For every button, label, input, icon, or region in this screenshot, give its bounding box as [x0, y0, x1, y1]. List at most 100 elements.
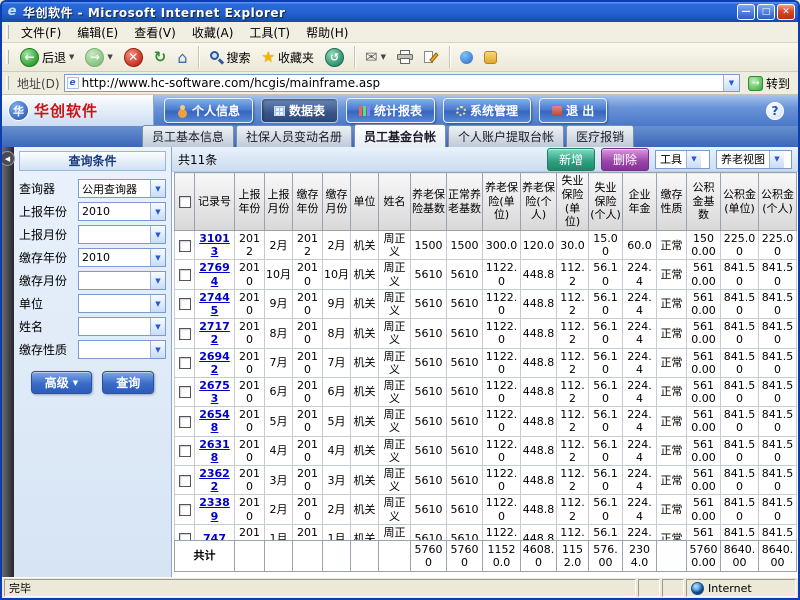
tab-3[interactable]: 员工基金台帐: [354, 124, 446, 147]
nav-button-2[interactable]: 数据表: [261, 98, 338, 123]
add-button[interactable]: 新增: [547, 148, 595, 171]
query-field-row: 姓名 ▼: [19, 317, 166, 336]
view-select[interactable]: 养老视图 ▼: [716, 150, 792, 169]
advanced-button[interactable]: 高级 ▼: [31, 371, 92, 394]
query-field-row: 查询器公用查询器▼: [19, 179, 166, 198]
collapse-sidebar-button[interactable]: ◀: [2, 151, 15, 166]
favorites-button[interactable]: ★ 收藏夹: [258, 48, 318, 67]
record-link[interactable]: 26548: [199, 408, 230, 434]
query-field-select[interactable]: ▼: [78, 225, 166, 244]
menu-item[interactable]: 工具(T): [241, 22, 298, 43]
table-cell: 841.50: [759, 348, 797, 377]
refresh-icon: ↻: [154, 50, 167, 65]
table-cell: 448.8: [521, 495, 557, 524]
query-field-select[interactable]: 2010▼: [78, 248, 166, 267]
maximize-button[interactable]: □: [757, 4, 775, 20]
record-link[interactable]: 26942: [199, 350, 230, 376]
back-dropdown-icon[interactable]: ▼: [69, 53, 74, 61]
tab-5[interactable]: 医疗报销: [566, 125, 634, 147]
table-cell: 224.4: [623, 436, 657, 465]
record-link[interactable]: 27172: [199, 320, 230, 346]
table-cell: 周正义: [379, 377, 411, 406]
forward-icon: →: [85, 48, 104, 67]
print-button[interactable]: [393, 49, 417, 65]
table-cell: 5610: [411, 407, 447, 436]
select-all-checkbox[interactable]: [179, 196, 191, 208]
record-link[interactable]: 23389: [199, 496, 230, 522]
go-button[interactable]: → 转到: [744, 74, 794, 93]
discuss-button[interactable]: [480, 50, 501, 65]
row-checkbox[interactable]: [179, 357, 191, 369]
edit-button[interactable]: [420, 49, 443, 65]
query-field-select[interactable]: ▼: [78, 294, 166, 313]
menu-item[interactable]: 编辑(E): [69, 22, 126, 43]
record-link[interactable]: 26753: [199, 379, 230, 405]
stop-button[interactable]: ✕: [120, 47, 147, 68]
query-button[interactable]: 查询: [102, 371, 154, 394]
tools-select[interactable]: 工具 ▼: [655, 150, 710, 169]
back-button[interactable]: ← 后退 ▼: [16, 47, 78, 68]
record-link[interactable]: 31013: [199, 232, 230, 258]
table-cell: 8月: [265, 319, 293, 348]
row-checkbox[interactable]: [179, 475, 191, 487]
brand-logo-icon: 华: [8, 100, 29, 121]
record-link[interactable]: 23622: [199, 467, 230, 493]
nav-button-4[interactable]: 系统管理: [443, 98, 531, 123]
total-cell: 576.00: [589, 540, 623, 571]
column-header: 记录号: [195, 173, 235, 231]
address-input[interactable]: e http://www.hc-software.com/hcgis/mainf…: [64, 74, 740, 92]
menu-item[interactable]: 帮助(H): [298, 22, 356, 43]
table-cell: 2010: [293, 377, 323, 406]
row-checkbox[interactable]: [179, 328, 191, 340]
table-cell: 1122.0: [483, 289, 521, 318]
row-checkbox[interactable]: [179, 504, 191, 516]
mail-dropdown-icon[interactable]: ▼: [381, 53, 386, 61]
row-checkbox[interactable]: [179, 445, 191, 457]
table-cell: 3月: [323, 466, 351, 495]
messenger-button[interactable]: [456, 50, 477, 65]
table-cell: 5月: [265, 407, 293, 436]
home-button[interactable]: ⌂: [173, 49, 191, 66]
query-field-select[interactable]: ▼: [78, 317, 166, 336]
query-field-select[interactable]: 公用查询器▼: [78, 179, 166, 198]
close-button[interactable]: ✕: [777, 4, 795, 20]
query-field-label: 姓名: [19, 318, 43, 335]
page-favicon-icon: e: [67, 77, 79, 89]
tab-4[interactable]: 个人账户提取台帐: [448, 125, 564, 147]
table-cell: 300.0: [483, 231, 521, 260]
row-checkbox[interactable]: [179, 269, 191, 281]
table-cell: 2010: [235, 466, 265, 495]
record-link[interactable]: 27445: [199, 291, 230, 317]
tab-1[interactable]: 员工基本信息: [142, 125, 234, 147]
minimize-button[interactable]: —: [737, 4, 755, 20]
address-dropdown-icon[interactable]: ▼: [723, 75, 739, 91]
history-button[interactable]: ↺: [321, 47, 348, 68]
row-checkbox[interactable]: [179, 298, 191, 310]
table-cell: 2010: [235, 377, 265, 406]
delete-button[interactable]: 删除: [601, 148, 649, 171]
refresh-button[interactable]: ↻: [150, 49, 171, 66]
mail-button[interactable]: ✉ ▼: [361, 49, 390, 66]
tab-2[interactable]: 社保人员变动名册: [236, 125, 352, 147]
row-checkbox[interactable]: [179, 240, 191, 252]
menu-item[interactable]: 查看(V): [126, 22, 184, 43]
row-checkbox[interactable]: [179, 386, 191, 398]
menu-item[interactable]: 收藏(A): [184, 22, 242, 43]
forward-button[interactable]: → ▼: [81, 47, 116, 68]
table-row: 2654820105月20105月机关周正义561056101122.0448.…: [175, 407, 797, 436]
query-field-select[interactable]: ▼: [78, 271, 166, 290]
help-button[interactable]: ?: [766, 102, 784, 120]
row-checkbox[interactable]: [179, 416, 191, 428]
search-icon: [209, 50, 224, 65]
forward-dropdown-icon[interactable]: ▼: [107, 53, 112, 61]
query-field-select[interactable]: ▼: [78, 340, 166, 359]
nav-button-3[interactable]: 统计报表: [346, 98, 435, 123]
record-link[interactable]: 26318: [199, 438, 230, 464]
menu-item[interactable]: 文件(F): [13, 22, 69, 43]
query-field-select[interactable]: 2010▼: [78, 202, 166, 221]
search-button[interactable]: 搜索: [205, 48, 255, 67]
nav-button-5[interactable]: 退 出: [539, 98, 607, 123]
nav-button-1[interactable]: 个人信息: [164, 98, 253, 123]
record-link[interactable]: 27694: [199, 261, 230, 287]
main-panel: 共11条 新增 删除 工具 ▼ 养老视图 ▼ 记录号上报年份上报月份缴存年份缴存…: [172, 147, 798, 577]
